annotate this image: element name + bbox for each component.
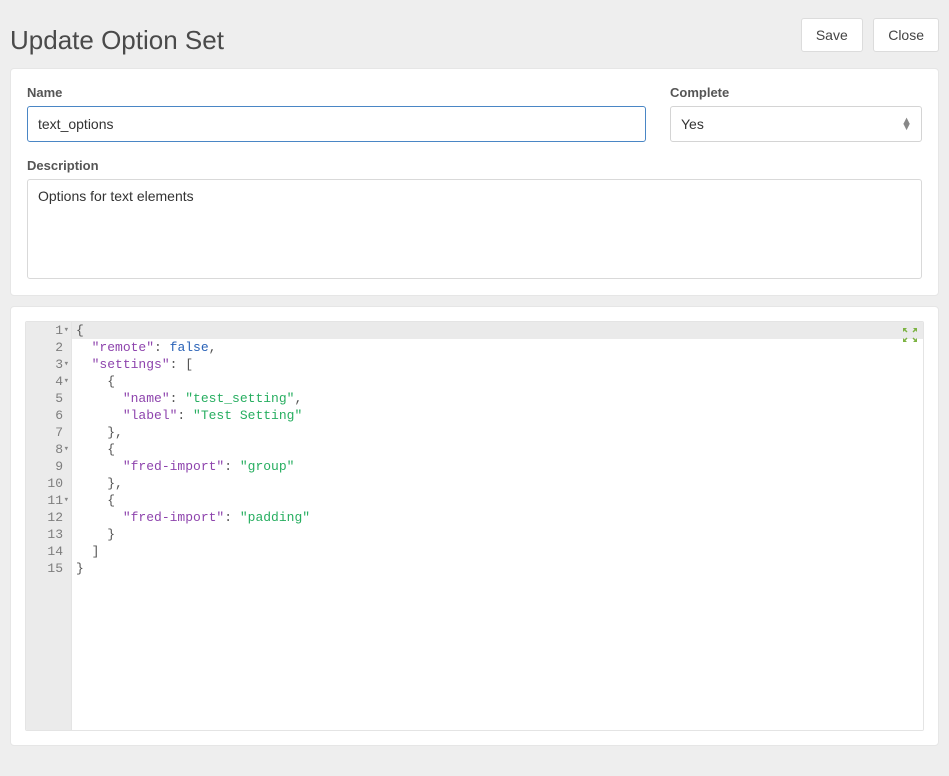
code-line[interactable]: "label": "Test Setting"	[76, 407, 923, 424]
header-actions: Save Close	[795, 18, 939, 52]
code-editor[interactable]: 1▾23▾4▾5678▾91011▾12131415 { "remote": f…	[25, 321, 924, 731]
fold-icon[interactable]: ▾	[64, 441, 69, 458]
name-input[interactable]	[27, 106, 646, 142]
fold-icon[interactable]: ▾	[64, 373, 69, 390]
code-line[interactable]: }	[76, 560, 923, 577]
page-title: Update Option Set	[10, 25, 224, 56]
description-textarea[interactable]	[27, 179, 922, 279]
code-line[interactable]: "fred-import": "group"	[76, 458, 923, 475]
fold-icon[interactable]: ▾	[64, 356, 69, 373]
code-line[interactable]: {	[76, 373, 923, 390]
fullscreen-icon[interactable]	[903, 328, 917, 342]
complete-label: Complete	[670, 85, 922, 100]
fold-icon[interactable]: ▾	[64, 322, 69, 339]
editor-gutter: 1▾23▾4▾5678▾91011▾12131415	[26, 322, 72, 730]
code-line[interactable]: {	[72, 322, 923, 339]
editor-code[interactable]: { "remote": false, "settings": [ { "name…	[72, 322, 923, 730]
code-line[interactable]: }	[76, 526, 923, 543]
code-line[interactable]: ]	[76, 543, 923, 560]
code-line[interactable]: "fred-import": "padding"	[76, 509, 923, 526]
sort-icon: ▲▼	[901, 118, 912, 130]
save-button[interactable]: Save	[801, 18, 863, 52]
code-line[interactable]: "remote": false,	[76, 339, 923, 356]
complete-value: Yes	[681, 116, 704, 132]
code-line[interactable]: "name": "test_setting",	[76, 390, 923, 407]
code-line[interactable]: },	[76, 475, 923, 492]
fold-icon[interactable]: ▾	[64, 492, 69, 509]
header: Update Option Set Save Close	[0, 0, 949, 58]
code-line[interactable]: "settings": [	[76, 356, 923, 373]
code-line[interactable]: },	[76, 424, 923, 441]
close-button[interactable]: Close	[873, 18, 939, 52]
name-label: Name	[27, 85, 646, 100]
form-card: Name Complete Yes ▲▼ Description	[10, 68, 939, 296]
editor-card: 1▾23▾4▾5678▾91011▾12131415 { "remote": f…	[10, 306, 939, 746]
complete-select[interactable]: Yes ▲▼	[670, 106, 922, 142]
code-line[interactable]: {	[76, 441, 923, 458]
code-line[interactable]: {	[76, 492, 923, 509]
description-label: Description	[27, 158, 922, 173]
